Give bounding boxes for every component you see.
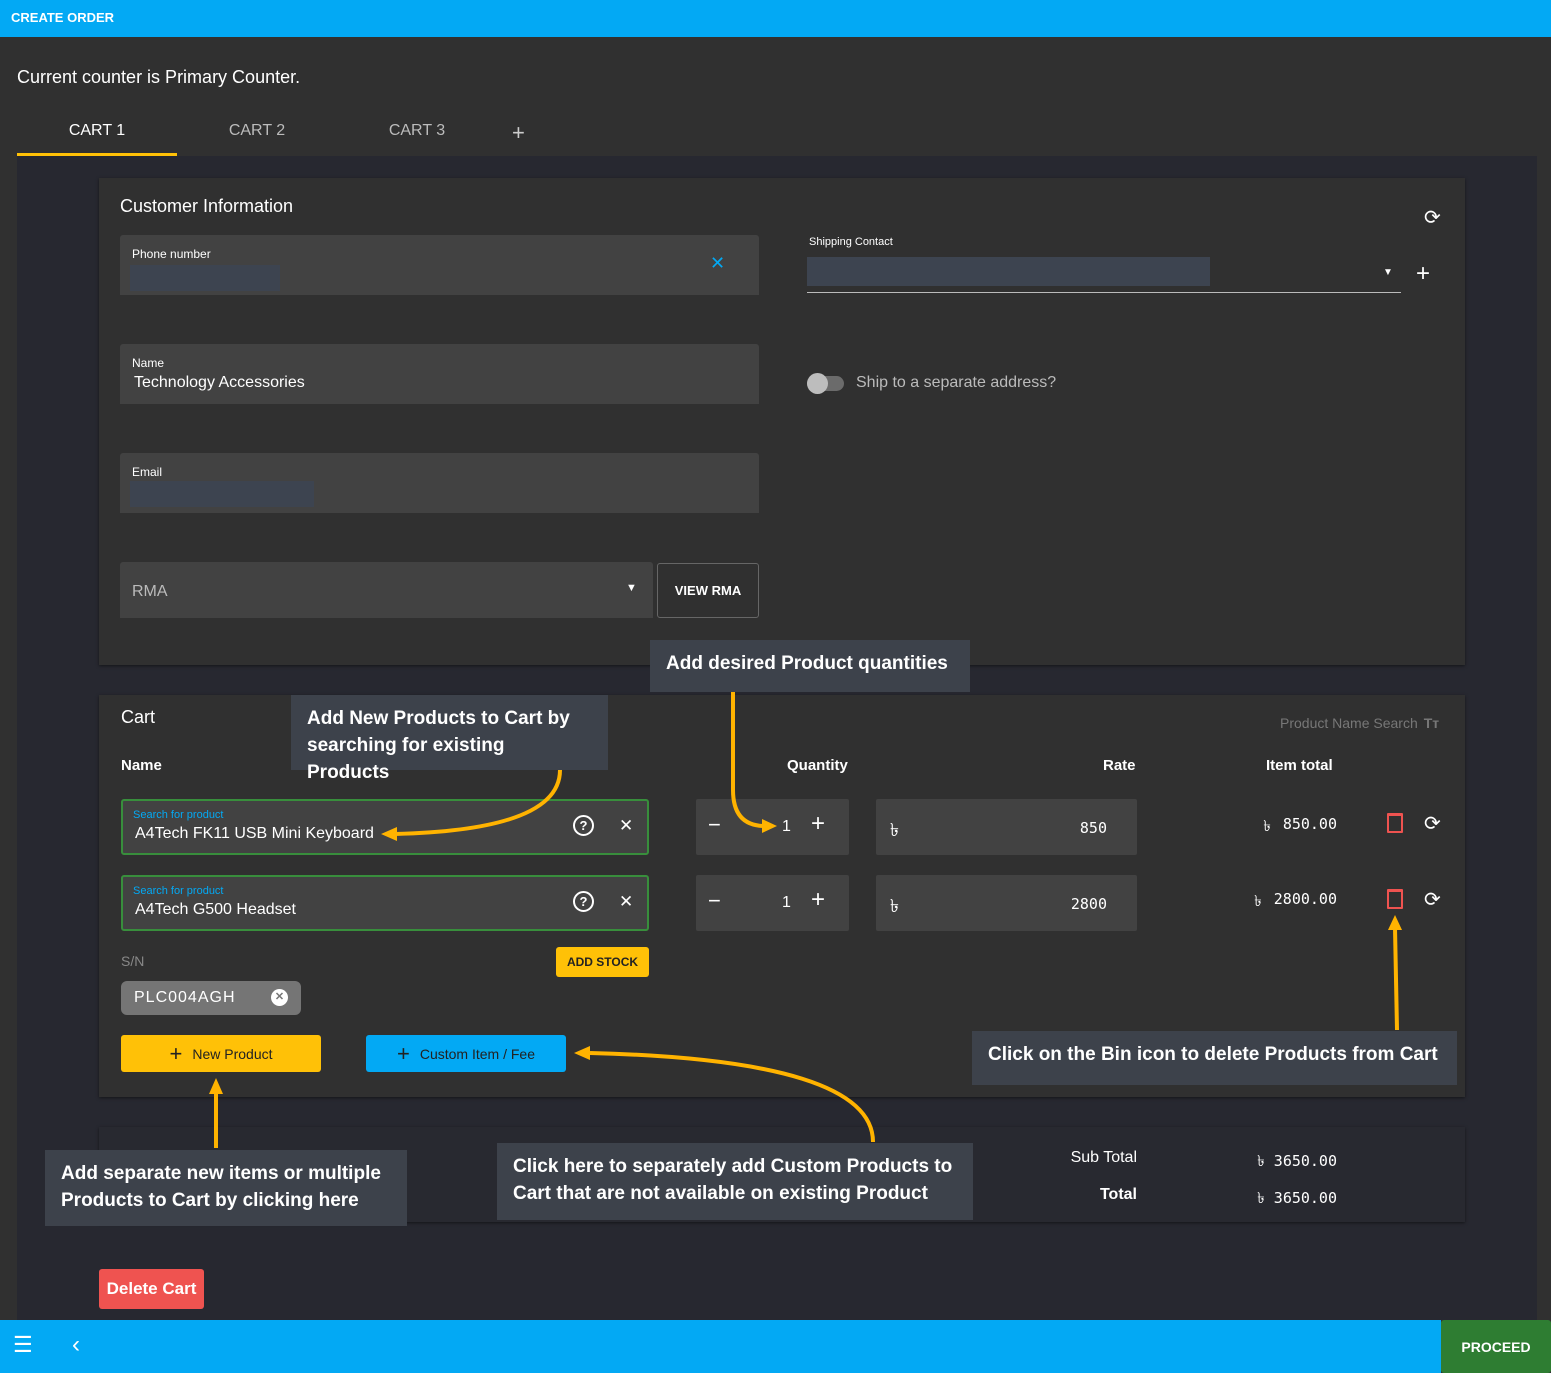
callout-custom: Click here to separately add Custom Prod… [497,1143,973,1220]
callout-bin: Click on the Bin icon to delete Products… [972,1031,1457,1085]
callout-search: Add New Products to Cart by searching fo… [291,695,608,783]
callout-quantities: Add desired Product quantities [650,640,970,692]
callout-new-items: Add separate new items or multiple Produ… [45,1150,407,1226]
